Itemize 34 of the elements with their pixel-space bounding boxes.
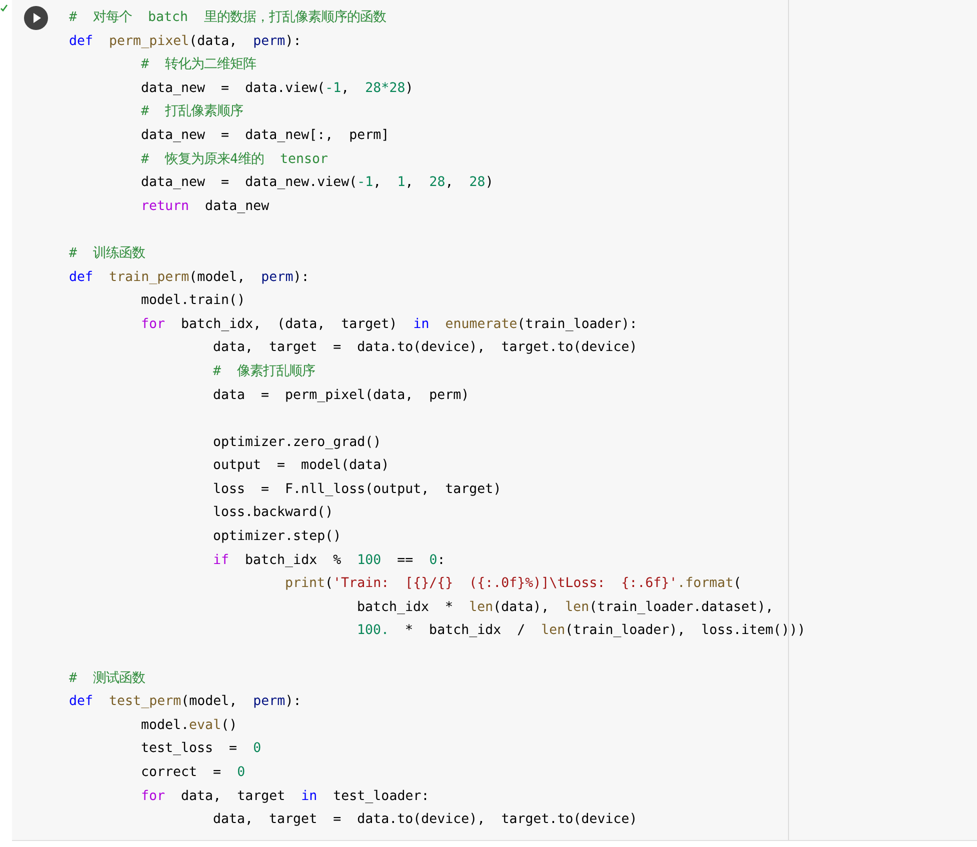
code-line: data_new = data_new.view(-1, 1, 28, 28) [141, 174, 494, 192]
code-line: def test_perm(model, perm): [69, 693, 302, 712]
code-line: data, target = data.to(device), target.to(device) [213, 339, 638, 358]
code-line: batch_idx * len(data), len(train_loader.dataset), [357, 598, 774, 617]
code-line: # 测试函数 [69, 670, 146, 688]
run-button[interactable] [24, 6, 48, 30]
code-line: test_loss = 0 [141, 740, 262, 758]
code-line: output = model(data) [213, 457, 390, 476]
code-line: 100. * batch_idx / len(train_loader), loss.item())) [357, 622, 806, 640]
code-line: for data, target in test_loader: [141, 788, 430, 806]
code-line: # 转化为二维矩阵 [141, 56, 256, 74]
code-line: loss = F.nll_loss(output, target) [213, 480, 502, 499]
code-line: optimizer.zero_grad() [213, 434, 382, 452]
code-line: model.train() [141, 292, 246, 310]
code-line: correct = 0 [141, 764, 246, 782]
code-line: # 打乱像素顺序 [141, 102, 244, 122]
code-line: data_new = data_new[:, perm] [141, 126, 390, 145]
code-line: loss.backward() [213, 504, 334, 522]
code-line: if batch_idx % 100 == 0: [213, 552, 446, 570]
code-line: data, target = data.to(device), target.to(device) [213, 811, 638, 830]
code-line: for batch_idx, (data, target) in enumerate(train_loader): [141, 316, 638, 334]
code-line: model.eval() [141, 716, 238, 735]
code-cell[interactable] [12, 0, 977, 841]
code-line: # 训练函数 [69, 244, 146, 263]
code-line: # 恢复为原来4维的 tensor [141, 150, 328, 169]
code-line: print('Train: [{}/{} ({:.0f}%)]\tLoss: {:.6f}'.format( [285, 575, 742, 594]
code-line: def train_perm(model, perm): [69, 268, 310, 287]
code-line: return data_new [141, 198, 270, 216]
code-line: # 对每个 batch 里的数据，打乱像素顺序的函数 [69, 8, 386, 27]
code-line: # 像素打乱顺序 [213, 362, 316, 381]
code-line: optimizer.step() [213, 528, 342, 546]
code-line: data_new = data.view(-1, 28*28) [141, 80, 414, 98]
code-line: def perm_pixel(data, perm): [69, 32, 302, 51]
code-line: data = perm_pixel(data, perm) [213, 386, 470, 404]
